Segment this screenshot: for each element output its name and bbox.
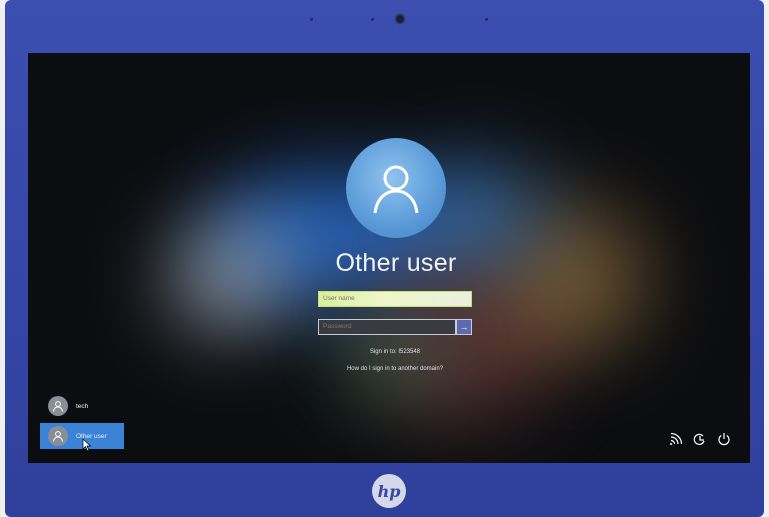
username-field[interactable] [318,291,472,307]
avatar [48,426,68,446]
person-icon [53,431,63,442]
sensor-dot [310,18,313,21]
user-avatar [346,138,446,238]
login-screen: Other user → Sign in to: I523548 How do … [28,53,750,463]
other-domain-link[interactable]: How do I sign in to another domain? [288,366,502,372]
system-tray [668,431,732,447]
arrow-right-icon: → [459,322,469,332]
user-tile-tech[interactable]: tech [40,393,124,419]
person-icon [53,401,63,412]
sensor-dot [485,18,488,21]
sensor-dot [371,18,374,21]
page-title: Other user [335,249,457,277]
sign-in-panel: Other user → Sign in to: I523548 How do … [28,53,750,463]
user-tile-label: tech [76,402,89,410]
hp-logo-text: hp [377,481,401,501]
mouse-cursor-icon [82,438,92,452]
avatar [48,396,68,416]
hp-logo: hp [372,474,406,508]
person-icon [373,165,419,214]
webcam [393,12,407,26]
password-field[interactable] [318,319,456,335]
sign-in-domain-text: Sign in to: I523548 [369,349,421,355]
power-icon[interactable] [716,431,732,447]
ease-of-access-icon[interactable] [692,431,708,447]
submit-button[interactable]: → [456,319,472,335]
network-icon[interactable] [668,431,684,447]
